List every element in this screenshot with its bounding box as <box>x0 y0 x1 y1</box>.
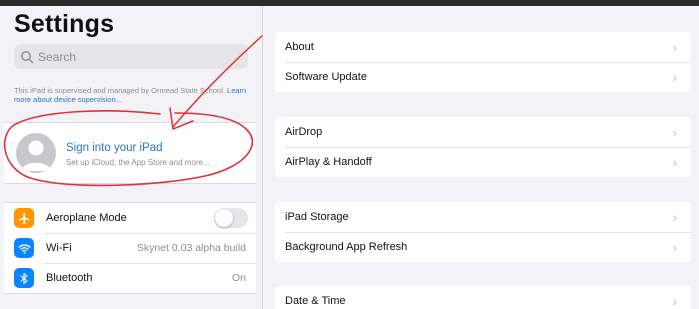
chevron-right-icon: › <box>672 154 677 170</box>
airdrop-label: AirDrop <box>285 126 323 138</box>
bluetooth-label: Bluetooth <box>46 272 93 284</box>
bluetooth-icon <box>14 268 34 288</box>
background-app-refresh-row[interactable]: Background App Refresh › <box>275 232 691 262</box>
person-silhouette-icon <box>21 140 51 171</box>
wifi-icon <box>14 238 34 258</box>
chevron-right-icon: › <box>672 293 677 309</box>
date-time-label: Date & Time <box>285 295 346 307</box>
airplane-mode-toggle[interactable] <box>214 208 248 228</box>
airplane-icon <box>14 208 34 228</box>
avatar <box>16 133 56 173</box>
about-row[interactable]: About › <box>275 32 691 62</box>
airplane-mode-row[interactable]: Aeroplane Mode <box>4 203 256 233</box>
search-icon <box>21 50 34 63</box>
ipad-storage-label: iPad Storage <box>285 211 349 223</box>
chevron-right-icon: › <box>672 39 677 55</box>
sign-in-subtitle: Set up iCloud, the App Store and more... <box>66 158 210 167</box>
supervision-notice: This iPad is supervised and managed by O… <box>14 86 254 104</box>
chevron-right-icon: › <box>672 239 677 255</box>
search-bar[interactable] <box>14 44 248 69</box>
bluetooth-row[interactable]: Bluetooth On <box>4 263 256 293</box>
about-label: About <box>285 41 314 53</box>
general-group-4: Date & Time › <box>275 286 691 309</box>
general-group-1: About › Software Update › <box>275 32 691 92</box>
general-group-2: AirDrop › AirPlay & Handoff › <box>275 117 691 177</box>
settings-sidebar: Settings This iPad is supervised and man… <box>0 6 263 309</box>
wifi-row[interactable]: Wi-Fi Skynet 0.03 alpha build <box>4 233 256 263</box>
supervision-text: This iPad is supervised and managed by O… <box>14 86 225 95</box>
airplane-mode-label: Aeroplane Mode <box>46 212 127 224</box>
chevron-right-icon: › <box>672 124 677 140</box>
settings-detail-pane: About › Software Update › AirDrop › AirP… <box>263 6 699 309</box>
bluetooth-status-value: On <box>231 272 246 284</box>
sign-in-title: Sign into your iPad <box>66 142 163 154</box>
wifi-label: Wi-Fi <box>46 242 72 254</box>
airdrop-row[interactable]: AirDrop › <box>275 117 691 147</box>
airplay-handoff-row[interactable]: AirPlay & Handoff › <box>275 147 691 177</box>
date-time-row[interactable]: Date & Time › <box>275 286 691 309</box>
sign-in-card[interactable]: Sign into your iPad Set up iCloud, the A… <box>4 122 256 184</box>
chevron-right-icon: › <box>672 69 677 85</box>
wifi-network-value: Skynet 0.03 alpha build <box>136 242 246 254</box>
background-app-refresh-label: Background App Refresh <box>285 241 408 253</box>
general-group-3: iPad Storage › Background App Refresh › <box>275 202 691 262</box>
search-input[interactable] <box>34 49 238 64</box>
connectivity-group: Aeroplane Mode Wi-Fi Skynet 0.03 alpha b… <box>4 202 256 294</box>
page-title: Settings <box>14 10 115 38</box>
airplay-handoff-label: AirPlay & Handoff <box>285 156 372 168</box>
software-update-label: Software Update <box>285 71 367 83</box>
ipad-storage-row[interactable]: iPad Storage › <box>275 202 691 232</box>
chevron-right-icon: › <box>672 209 677 225</box>
software-update-row[interactable]: Software Update › <box>275 62 691 92</box>
